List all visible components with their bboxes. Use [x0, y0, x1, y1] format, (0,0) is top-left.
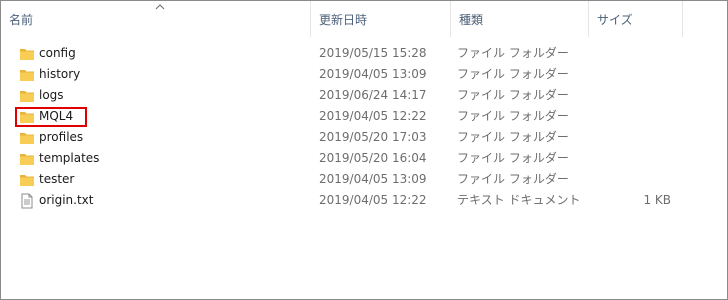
file-type: ファイル フォルダー	[457, 172, 569, 186]
file-type: テキスト ドキュメント	[457, 193, 581, 207]
file-date: 2019/04/05 12:22	[319, 193, 427, 207]
file-name: templates	[39, 151, 100, 165]
file-date: 2019/05/20 16:04	[319, 151, 427, 165]
file-name: profiles	[39, 130, 84, 144]
file-size: 1 KB	[643, 193, 671, 207]
file-row-mql4[interactable]: MQL4 2019/04/05 12:22 ファイル フォルダー	[1, 106, 727, 127]
file-type: ファイル フォルダー	[457, 67, 569, 81]
file-date: 2019/04/05 13:09	[319, 67, 427, 81]
file-row-tester[interactable]: tester 2019/04/05 13:09 ファイル フォルダー	[1, 169, 727, 190]
sort-ascending-icon	[155, 4, 165, 10]
file-date: 2019/05/15 15:28	[319, 46, 427, 60]
file-type: ファイル フォルダー	[457, 151, 569, 165]
column-header-date-label: 更新日時	[319, 12, 368, 27]
text-file-icon	[21, 193, 33, 209]
file-type: ファイル フォルダー	[457, 109, 569, 123]
column-header-type[interactable]: 種類	[451, 1, 589, 37]
column-header-name[interactable]: 名前	[1, 1, 311, 37]
folder-icon	[20, 91, 34, 102]
file-name: origin.txt	[39, 193, 94, 207]
file-name: history	[39, 67, 81, 81]
file-row-origin-txt[interactable]: origin.txt 2019/04/05 12:22 テキスト ドキュメント …	[1, 190, 727, 211]
file-name: tester	[39, 172, 75, 186]
file-list: config 2019/05/15 15:28 ファイル フォルダー histo…	[1, 43, 727, 211]
column-header-name-label: 名前	[9, 12, 34, 27]
mql4-highlight-box	[15, 107, 87, 127]
file-date: 2019/06/24 14:17	[319, 88, 427, 102]
folder-icon	[20, 70, 34, 81]
file-row-templates[interactable]: templates 2019/05/20 16:04 ファイル フォルダー	[1, 148, 727, 169]
file-name: config	[39, 46, 76, 60]
folder-icon	[20, 133, 34, 144]
file-row-profiles[interactable]: profiles 2019/05/20 17:03 ファイル フォルダー	[1, 127, 727, 148]
file-row-history[interactable]: history 2019/04/05 13:09 ファイル フォルダー	[1, 64, 727, 85]
file-row-logs[interactable]: logs 2019/06/24 14:17 ファイル フォルダー	[1, 85, 727, 106]
file-row-config[interactable]: config 2019/05/15 15:28 ファイル フォルダー	[1, 43, 727, 64]
file-type: ファイル フォルダー	[457, 130, 569, 144]
column-header-size-label: サイズ	[597, 12, 633, 27]
file-type: ファイル フォルダー	[457, 88, 569, 102]
column-header-date[interactable]: 更新日時	[311, 1, 451, 37]
folder-icon	[20, 154, 34, 165]
folder-icon	[20, 49, 34, 60]
column-header-size[interactable]: サイズ	[589, 1, 683, 37]
file-date: 2019/04/05 12:22	[319, 109, 427, 123]
file-date: 2019/04/05 13:09	[319, 172, 427, 186]
folder-icon	[20, 175, 34, 186]
file-name: logs	[39, 88, 64, 102]
file-type: ファイル フォルダー	[457, 46, 569, 60]
file-explorer-window: 名前 更新日時 種類 サイズ config 2019/05/15 15:28 フ…	[0, 0, 728, 300]
file-date: 2019/05/20 17:03	[319, 130, 427, 144]
column-header-type-label: 種類	[459, 12, 484, 27]
column-header-bar: 名前 更新日時 種類 サイズ	[1, 1, 727, 37]
